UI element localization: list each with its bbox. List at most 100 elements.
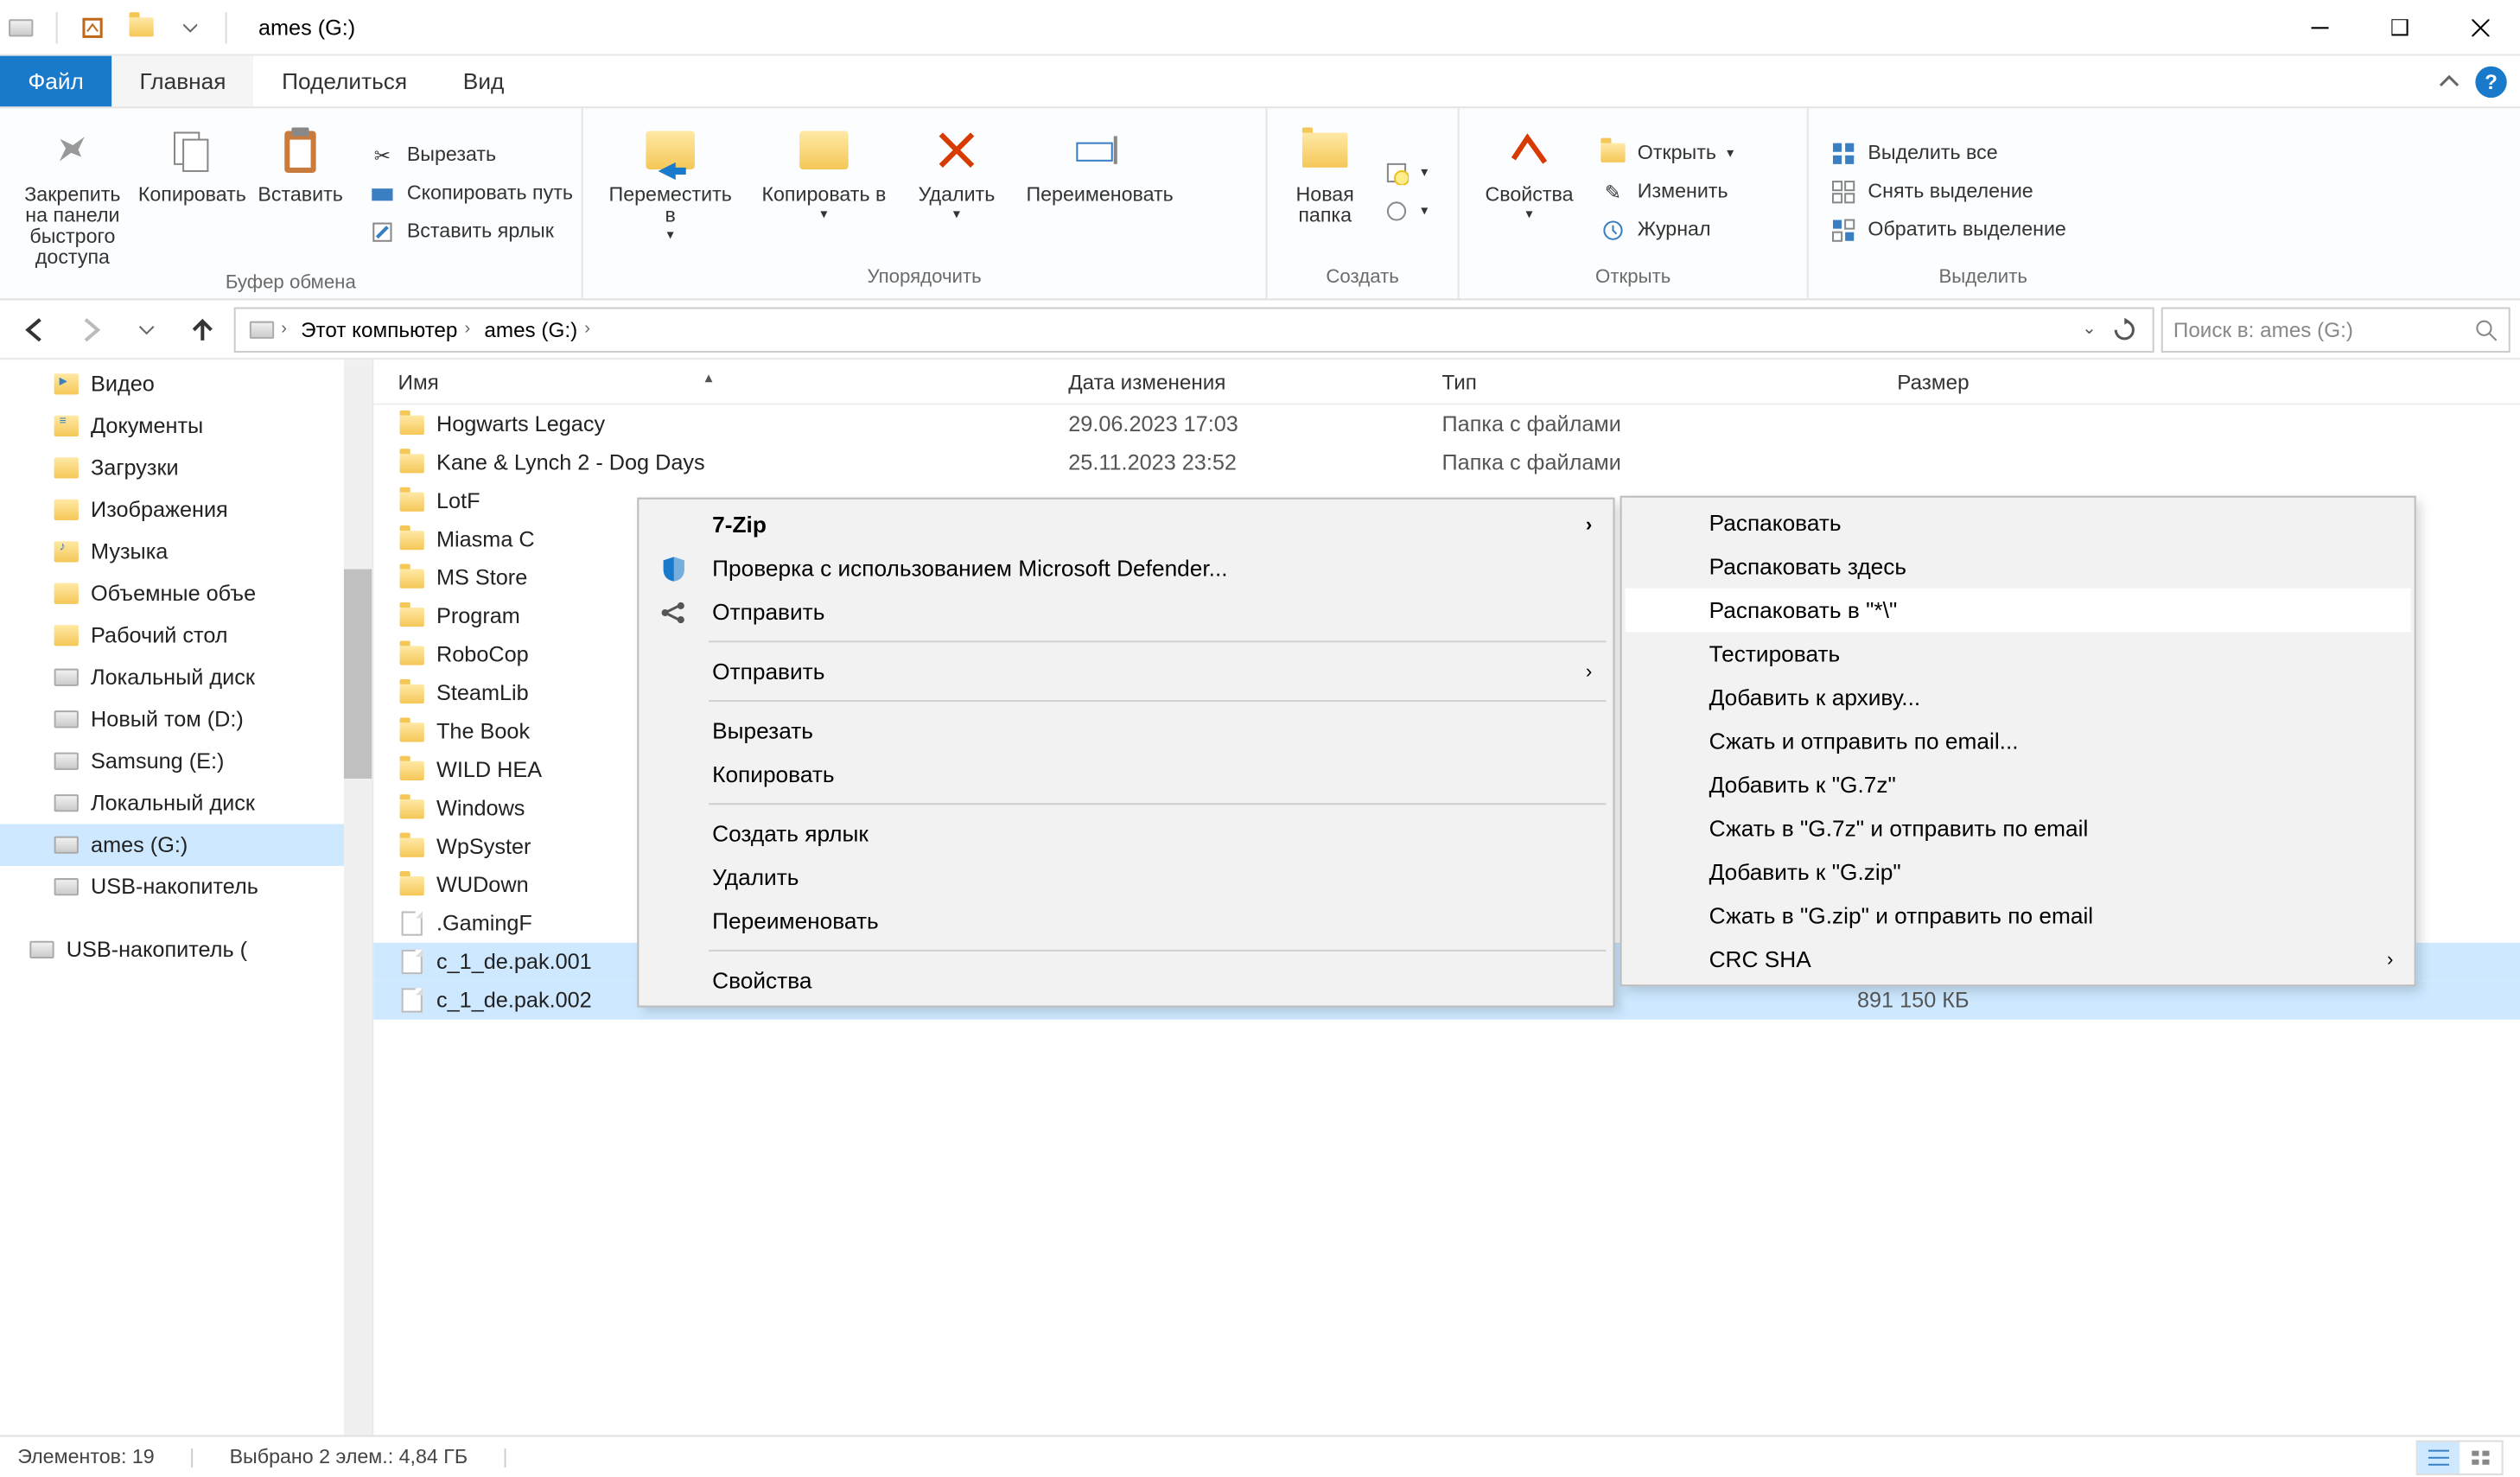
nav-item[interactable]: Samsung (E:) <box>0 740 372 781</box>
icons-view-button[interactable] <box>2460 1442 2501 1473</box>
rename-button[interactable]: Переименовать <box>1016 115 1184 267</box>
ctx-shortcut[interactable]: Создать ярлык <box>642 812 1609 856</box>
ctx-copy[interactable]: Копировать <box>642 753 1609 797</box>
ctx-sendto[interactable]: Отправить› <box>642 649 1609 693</box>
paste-button[interactable]: Вставить <box>253 115 347 272</box>
file-type: Папка с файлами <box>1417 450 1728 474</box>
properties-button[interactable]: Свойства▾ <box>1473 115 1585 267</box>
nav-item[interactable]: Изображения <box>0 489 372 531</box>
open-small-button[interactable]: Открыть ▾ <box>1592 136 1740 170</box>
nav-item[interactable]: Объемные объе <box>0 573 372 614</box>
delete-button[interactable]: Удалить▾ <box>904 115 1009 267</box>
col-date[interactable]: Дата изменения <box>1044 369 1417 393</box>
details-view-button[interactable] <box>2418 1442 2460 1473</box>
col-type[interactable]: Тип <box>1417 369 1728 393</box>
file-row[interactable]: Kane & Lynch 2 - Dog Days25.11.2023 23:5… <box>373 443 2520 481</box>
ctx-share[interactable]: Отправить <box>642 590 1609 634</box>
ctx-7zip[interactable]: 7-Zip› <box>642 503 1609 547</box>
breadcrumb-drive[interactable]: ames (G:)› <box>477 317 597 341</box>
qat-dropdown-icon[interactable] <box>173 10 207 44</box>
moveto-button[interactable]: Переместить в▾ <box>597 115 744 267</box>
ctx-extract-to[interactable]: Распаковать в "*\" <box>1626 589 2411 633</box>
search-input[interactable]: Поиск в: ames (G:) <box>2161 307 2510 353</box>
tab-file[interactable]: Файл <box>0 56 111 107</box>
close-button[interactable] <box>2440 0 2520 55</box>
ctx-delete[interactable]: Удалить <box>642 856 1609 900</box>
shortcut-icon <box>368 219 396 246</box>
ctx-add-zip[interactable]: Добавить к "G.zip" <box>1626 850 2411 894</box>
address-dropdown-icon[interactable]: ⌄ <box>2075 320 2103 339</box>
ctx-extract[interactable]: Распаковать <box>1626 501 2411 545</box>
nav-item[interactable]: Локальный диск <box>0 657 372 698</box>
ctx-add-7z[interactable]: Добавить к "G.7z" <box>1626 763 2411 807</box>
ctx-crc[interactable]: CRC SHA› <box>1626 938 2411 982</box>
col-name[interactable]: ▴Имя <box>373 369 1044 393</box>
rename-icon <box>1072 122 1128 178</box>
nav-scrollbar[interactable] <box>344 360 372 1435</box>
minimize-button[interactable] <box>2280 0 2360 55</box>
qat-properties-icon[interactable] <box>75 10 110 44</box>
tab-view[interactable]: Вид <box>435 56 531 107</box>
breadcrumb[interactable]: › Этот компьютер› ames (G:)› ⌄ <box>234 307 2154 353</box>
forward-button[interactable] <box>67 304 116 353</box>
selectnone-button[interactable]: Снять выделение <box>1823 174 2073 208</box>
nav-item[interactable]: Видео <box>0 363 372 404</box>
easyaccess-icon <box>1383 196 1410 224</box>
ctx-defender[interactable]: Проверка с использованием Microsoft Defe… <box>642 546 1609 590</box>
ctx-properties[interactable]: Свойства <box>642 958 1609 1003</box>
nav-item[interactable]: Новый том (D:) <box>0 698 372 740</box>
pasteshortcut-button[interactable]: Вставить ярлык <box>361 214 580 249</box>
copy-button[interactable]: Копировать <box>138 115 246 272</box>
nav-item[interactable]: USB-накопитель <box>0 866 372 907</box>
cut-button[interactable]: ✂Вырезать <box>361 138 580 173</box>
easyaccess-button[interactable]: ▾ <box>1376 193 1435 227</box>
group-new-label: Создать <box>1282 267 1444 295</box>
ctx-test[interactable]: Тестировать <box>1626 632 2411 676</box>
nav-item[interactable]: Документы <box>0 405 372 447</box>
nav-item[interactable]: Загрузки <box>0 447 372 488</box>
up-button[interactable] <box>178 304 227 353</box>
history-small-button[interactable]: Журнал <box>1592 212 1740 246</box>
ctx-add-archive[interactable]: Добавить к архиву... <box>1626 676 2411 720</box>
qat-newfolder-icon[interactable] <box>124 10 158 44</box>
maximize-button[interactable] <box>2360 0 2440 55</box>
ctx-compress-7z-email[interactable]: Сжать в "G.7z" и отправить по email <box>1626 806 2411 850</box>
ctx-compress-zip-email[interactable]: Сжать в "G.zip" и отправить по email <box>1626 894 2411 938</box>
tab-home[interactable]: Главная <box>111 56 254 107</box>
edit-small-button[interactable]: ✎Изменить <box>1592 174 1740 208</box>
ctx-cut[interactable]: Вырезать <box>642 709 1609 753</box>
back-button[interactable] <box>10 304 60 353</box>
ctx-compress-email[interactable]: Сжать и отправить по email... <box>1626 719 2411 763</box>
file-row[interactable]: Hogwarts Legacy29.06.2023 17:03Папка с ф… <box>373 405 2520 443</box>
pin-button[interactable]: Закрепить на панели быстрого доступа <box>14 115 130 272</box>
refresh-button[interactable] <box>2103 317 2145 341</box>
nav-item[interactable]: ames (G:) <box>0 824 372 865</box>
recent-dropdown[interactable] <box>122 304 171 353</box>
breadcrumb-pc[interactable]: Этот компьютер› <box>294 317 477 341</box>
tab-share[interactable]: Поделиться <box>254 56 436 107</box>
nav-item[interactable]: USB-накопитель ( <box>0 929 372 971</box>
statusbar: Элементов: 19 | Выбрано 2 элем.: 4,84 ГБ… <box>0 1435 2520 1476</box>
copypath-button[interactable]: Скопировать путь <box>361 176 580 211</box>
selectall-button[interactable]: Выделить все <box>1823 136 2073 170</box>
newfolder-icon <box>1297 122 1353 178</box>
drive-root-icon[interactable]: › <box>243 320 294 339</box>
file-name: The Book <box>436 719 530 743</box>
copyto-button[interactable]: Копировать в▾ <box>751 115 898 267</box>
nav-item[interactable]: Музыка <box>0 531 372 572</box>
nav-item-label: Рабочий стол <box>91 623 228 647</box>
invertselect-button[interactable]: Обратить выделение <box>1823 212 2073 246</box>
doc-icon <box>53 412 80 440</box>
nav-item[interactable]: Рабочий стол <box>0 614 372 656</box>
ctx-extract-here[interactable]: Распаковать здесь <box>1626 544 2411 589</box>
folder-icon <box>398 717 426 745</box>
help-icon[interactable]: ? <box>2475 66 2506 97</box>
nav-scrollbar-thumb[interactable] <box>344 570 372 779</box>
newitem-button[interactable]: ▾ <box>1376 155 1435 189</box>
ctx-rename[interactable]: Переименовать <box>642 899 1609 943</box>
newfolder-button[interactable]: Новая папка <box>1282 115 1369 267</box>
collapse-ribbon-icon[interactable] <box>2437 69 2461 93</box>
paste-icon <box>272 122 328 178</box>
nav-item[interactable]: Локальный диск <box>0 782 372 824</box>
col-size[interactable]: Размер <box>1728 369 1990 393</box>
